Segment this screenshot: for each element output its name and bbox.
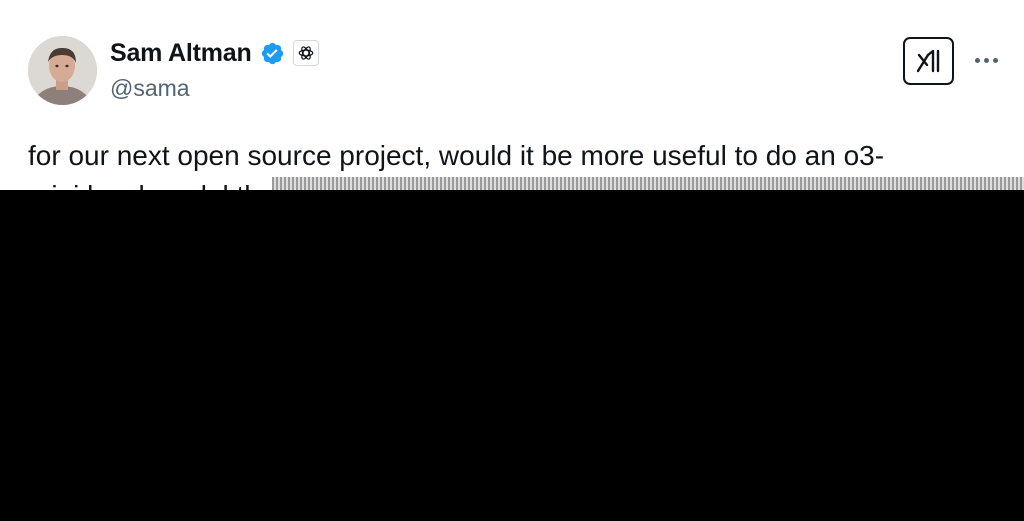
more-options-icon[interactable] — [970, 46, 1002, 74]
more-dot — [974, 57, 980, 63]
avatar-image — [28, 36, 97, 105]
verified-badge-icon[interactable] — [260, 41, 285, 66]
openai-logo-icon[interactable] — [292, 40, 319, 66]
author-display-name[interactable]: Sam Altman — [110, 39, 252, 68]
redaction-noise-strip — [272, 177, 1024, 190]
x-logo-icon[interactable] — [903, 37, 954, 85]
avatar[interactable] — [28, 36, 97, 105]
tweet-text-line-2: mini level model th — [28, 176, 268, 190]
tweet-text-line-1: for our next open source project, would … — [28, 140, 885, 171]
more-dot — [983, 57, 989, 63]
author-name-row: Sam Altman — [110, 36, 319, 70]
more-dot — [992, 57, 998, 63]
redacted-region — [0, 190, 1024, 521]
author-handle[interactable]: @sama — [110, 75, 190, 102]
